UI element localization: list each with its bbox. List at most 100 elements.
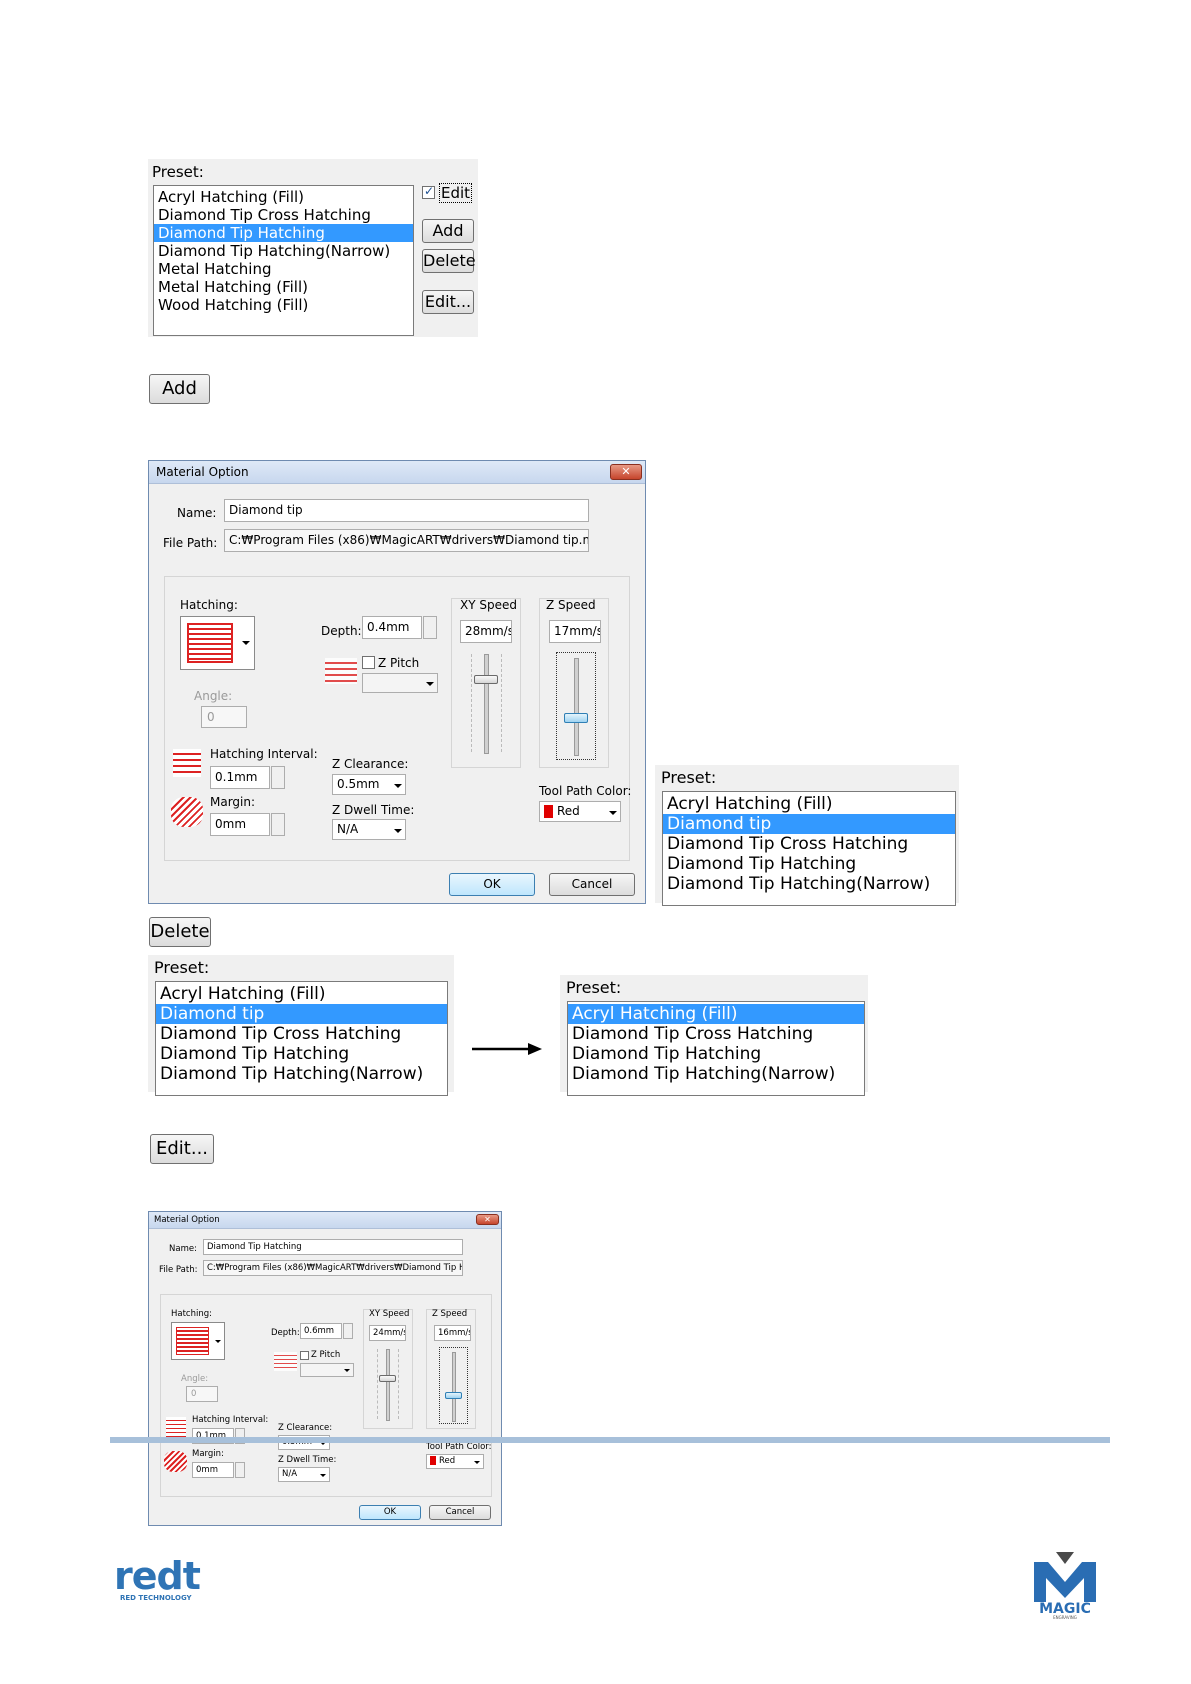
check-mark-icon: ✓ (424, 184, 435, 198)
preset-list-item[interactable]: Diamond tip (663, 814, 955, 834)
close-icon[interactable]: ✕ (610, 464, 642, 480)
z-pitch-checkbox[interactable] (300, 1351, 309, 1360)
z-clearance-select[interactable]: 0.5mm (332, 774, 406, 795)
preset-list-item[interactable]: Diamond tip (156, 1004, 447, 1024)
z-speed-field[interactable]: 17mm/s (549, 620, 601, 643)
tool-path-color-label: Tool Path Color: (426, 1442, 492, 1452)
z-dwell-select[interactable]: N/A (278, 1467, 330, 1482)
cancel-button[interactable]: Cancel (429, 1505, 491, 1520)
preset-list[interactable]: Acryl Hatching (Fill) Diamond Tip Cross H… (153, 185, 414, 336)
edit-button[interactable]: Edit... (422, 290, 474, 314)
preset-list-item[interactable]: Wood Hatching (Fill) (154, 296, 413, 314)
delete-button[interactable]: Delete (422, 249, 476, 273)
preset-list[interactable]: Acryl Hatching (Fill) Diamond tip Diamond … (155, 981, 448, 1096)
xy-speed-field[interactable]: 28mm/s (460, 620, 512, 643)
xy-speed-slider-thumb[interactable] (474, 675, 498, 684)
dialog-titlebar: Material Option ✕ (149, 461, 645, 484)
z-pitch-select[interactable] (362, 673, 438, 693)
xy-speed-ticks (471, 654, 472, 752)
xy-speed-label: XY Speed (369, 1309, 410, 1319)
xy-speed-label: XY Speed (460, 598, 517, 612)
hatching-pattern-dropdown[interactable] (180, 616, 255, 670)
hatching-interval-label: Hatching Interval: (192, 1415, 269, 1425)
name-field[interactable]: Diamond Tip Hatching (203, 1239, 463, 1255)
depth-stepper[interactable] (423, 616, 437, 639)
preset-list-item[interactable]: Diamond Tip Hatching(Narrow) (663, 874, 955, 894)
hatching-pattern-dropdown[interactable] (171, 1322, 225, 1360)
margin-field[interactable]: 0mm (210, 813, 270, 836)
depth-stepper[interactable] (343, 1323, 353, 1339)
margin-stepper[interactable] (271, 813, 285, 836)
tool-path-color-select[interactable]: Red (539, 801, 621, 822)
ok-button[interactable]: OK (359, 1505, 421, 1520)
preset-label: Preset: (154, 958, 210, 977)
preset-list-item[interactable]: Diamond Tip Hatching(Narrow) (568, 1064, 864, 1084)
preset-list-item[interactable]: Diamond Tip Cross Hatching (568, 1024, 864, 1044)
z-speed-slider-thumb[interactable] (564, 713, 588, 723)
preset-list-item[interactable]: Metal Hatching (Fill) (154, 278, 413, 296)
chevron-down-icon (394, 828, 402, 833)
red-swatch-icon (544, 805, 553, 818)
add-button[interactable]: Add (422, 219, 474, 243)
file-path-label: File Path: (163, 536, 218, 550)
depth-label: Depth: (321, 624, 362, 638)
preset-list-item[interactable]: Diamond Tip Hatching(Narrow) (156, 1064, 447, 1084)
file-path-field[interactable]: C:₩Program Files (x86)₩MagicART₩drivers₩… (203, 1260, 463, 1276)
z-speed-slider-thumb[interactable] (445, 1392, 462, 1399)
delete-section-button[interactable]: Delete (149, 917, 211, 947)
angle-field[interactable]: 0 (201, 706, 247, 728)
add-section-button[interactable]: Add (149, 374, 210, 404)
edit-checkbox-label[interactable]: Edit (439, 183, 473, 203)
z-pitch-select[interactable] (300, 1363, 354, 1377)
cancel-button[interactable]: Cancel (549, 873, 635, 896)
angle-label: Angle: (181, 1374, 209, 1384)
tool-path-color-value: Red (439, 1456, 456, 1466)
preset-list-item[interactable]: Acryl Hatching (Fill) (154, 188, 413, 206)
edit-checkbox[interactable]: ✓ (422, 184, 435, 199)
z-clearance-value: 0.5mm (337, 777, 380, 791)
preset-list-item[interactable]: Metal Hatching (154, 260, 413, 278)
preset-list-item[interactable]: Diamond Tip Hatching (568, 1044, 864, 1064)
preset-label: Preset: (566, 978, 622, 997)
preset-list[interactable]: Acryl Hatching (Fill) Diamond Tip Cross H… (567, 1001, 865, 1096)
z-dwell-label: Z Dwell Time: (278, 1455, 337, 1465)
preset-panel-before-delete: Preset: Acryl Hatching (Fill) Diamond tip… (148, 955, 454, 1096)
preset-list-item[interactable]: Diamond Tip Hatching(Narrow) (154, 242, 413, 260)
chevron-down-icon (474, 1460, 480, 1464)
arrow-right-icon (472, 1041, 542, 1055)
close-icon[interactable]: ✕ (476, 1214, 499, 1225)
z-speed-field[interactable]: 16mm/s (434, 1325, 471, 1341)
depth-label: Depth: (271, 1328, 300, 1338)
z-pitch-checkbox[interactable] (362, 656, 375, 669)
preset-list-item[interactable]: Acryl Hatching (Fill) (663, 794, 955, 814)
margin-label: Margin: (210, 795, 256, 809)
margin-field[interactable]: 0mm (192, 1462, 234, 1478)
preset-list-item[interactable]: Diamond Tip Hatching (663, 854, 955, 874)
tool-path-color-select[interactable]: Red (426, 1454, 484, 1469)
footer-rule (110, 1437, 1110, 1443)
preset-list-item[interactable]: Diamond Tip Hatching (154, 224, 413, 242)
preset-list-item[interactable]: Acryl Hatching (Fill) (568, 1004, 864, 1024)
xy-speed-field[interactable]: 24mm/s (369, 1325, 406, 1341)
edit-section-button[interactable]: Edit... (150, 1134, 214, 1164)
preset-list[interactable]: Acryl Hatching (Fill) Diamond tip Diamond … (662, 791, 956, 906)
preset-list-item[interactable]: Diamond Tip Cross Hatching (663, 834, 955, 854)
hatching-interval-stepper[interactable] (271, 766, 285, 789)
margin-icon (164, 1451, 187, 1472)
xy-speed-slider-thumb[interactable] (379, 1375, 396, 1382)
name-field[interactable]: Diamond tip (224, 499, 589, 522)
angle-field[interactable]: 0 (186, 1386, 218, 1402)
depth-field[interactable]: 0.4mm (362, 616, 422, 639)
preset-list-item[interactable]: Diamond Tip Cross Hatching (156, 1024, 447, 1044)
preset-list-item[interactable]: Diamond Tip Cross Hatching (154, 206, 413, 224)
z-dwell-select[interactable]: N/A (332, 819, 406, 840)
preset-list-item[interactable]: Diamond Tip Hatching (156, 1044, 447, 1064)
ok-button[interactable]: OK (449, 873, 535, 896)
margin-stepper[interactable] (235, 1462, 245, 1478)
depth-field[interactable]: 0.6mm (300, 1323, 342, 1339)
file-path-field[interactable]: C:₩Program Files (x86)₩MagicART₩drivers₩… (224, 529, 589, 552)
preset-panel-2: Preset: Acryl Hatching (Fill) Diamond tip… (655, 765, 959, 906)
hatching-interval-field[interactable]: 0.1mm (210, 766, 270, 789)
hatching-label: Hatching: (180, 598, 238, 612)
preset-list-item[interactable]: Acryl Hatching (Fill) (156, 984, 447, 1004)
